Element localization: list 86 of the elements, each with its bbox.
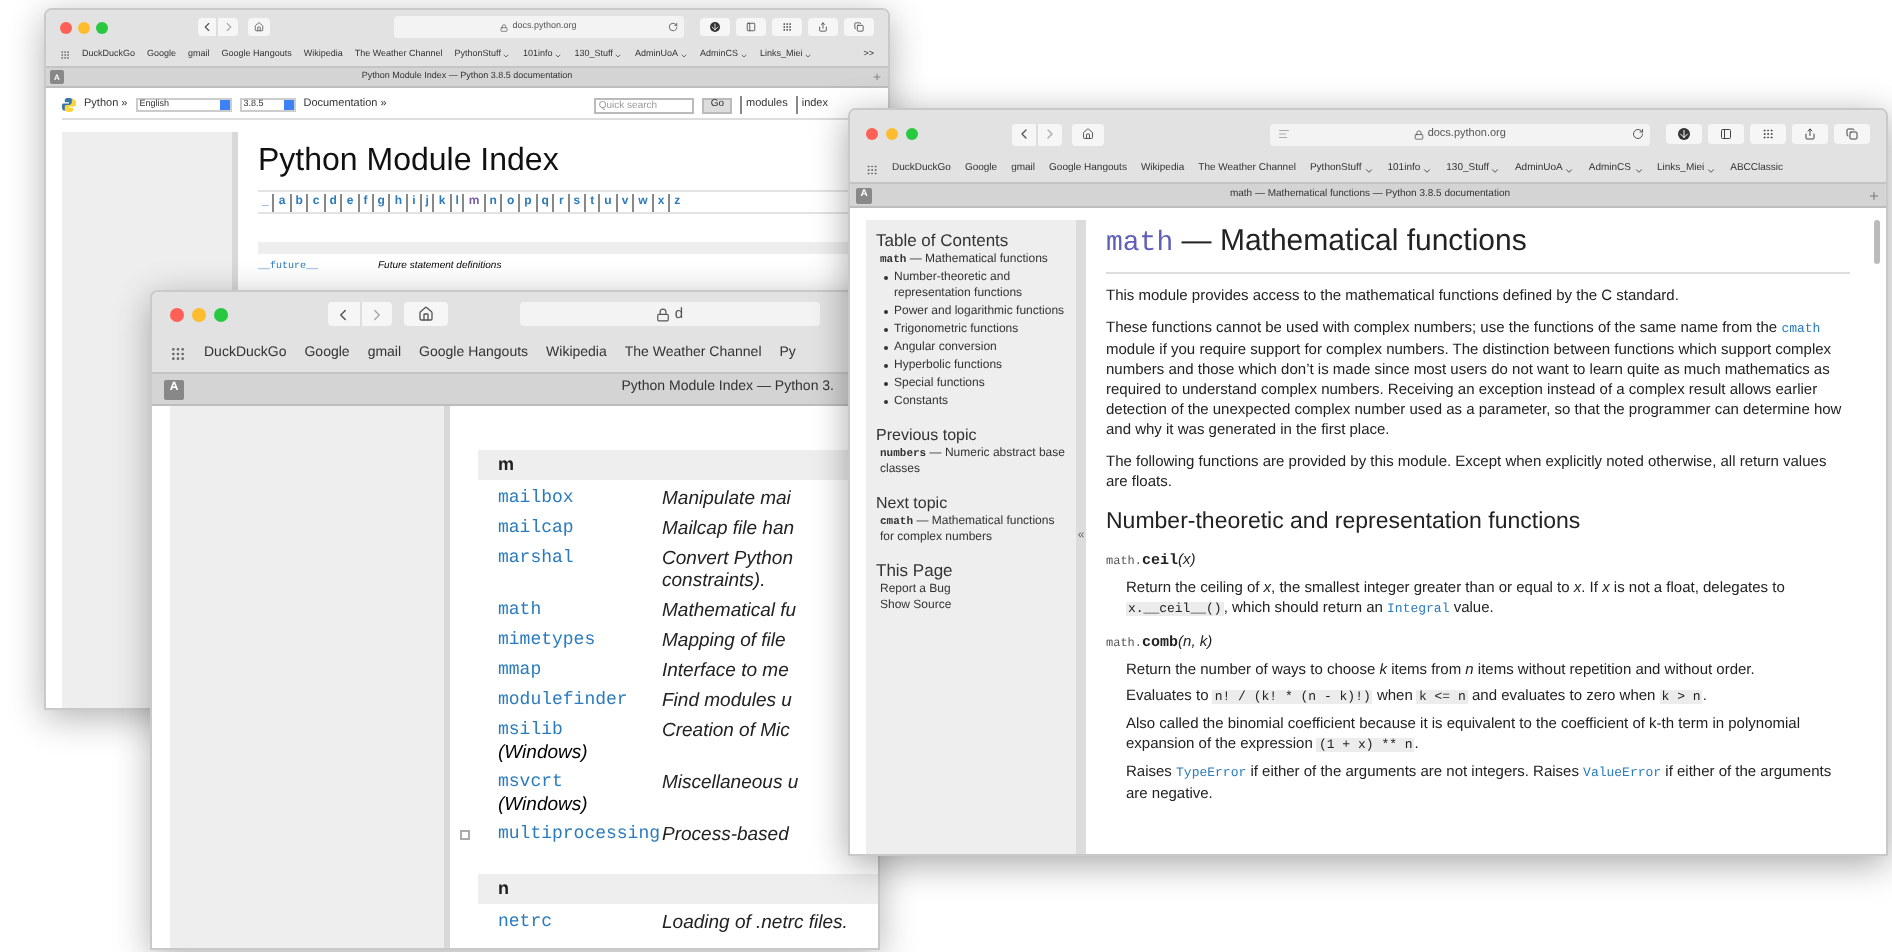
sidebar-button[interactable] [1708, 124, 1744, 144]
module-description: Loading of .netrc files. [662, 912, 848, 934]
reader-icon [1277, 128, 1290, 140]
module-link[interactable]: modulefinder [498, 690, 662, 712]
lock-icon [656, 307, 671, 321]
chevron-down-icon [1422, 165, 1433, 175]
platform-note: (Windows) [498, 794, 590, 816]
tabs-button[interactable] [1834, 124, 1870, 144]
module-link[interactable]: mimetypes [498, 630, 662, 652]
module-link[interactable]: msilib [498, 720, 662, 742]
module-description: Mapping of file [662, 630, 786, 652]
python-logo-icon [62, 98, 76, 112]
chevron-down-icon [1564, 165, 1575, 175]
module-link[interactable]: mmap [498, 660, 662, 682]
section-heading: Number-theoretic and representation functions [1106, 508, 1583, 538]
minimize-button[interactable] [886, 128, 898, 140]
module-description: Process-based [662, 824, 789, 846]
module-link[interactable]: msvcrt [498, 772, 662, 794]
module-description: Creation of Mic [662, 720, 790, 746]
apps-grid-icon[interactable] [170, 346, 186, 362]
close-button[interactable] [60, 21, 72, 33]
close-button[interactable] [170, 307, 184, 321]
downloads-button[interactable] [1666, 124, 1702, 144]
minimize-button[interactable] [78, 21, 90, 33]
module-description: Mathematical fu [662, 600, 797, 622]
zoom-button[interactable] [96, 21, 108, 33]
sidebar-heading: Next topic [876, 492, 950, 514]
house-icon [1082, 128, 1095, 140]
chevron-down-icon [1633, 165, 1643, 175]
home-button[interactable] [404, 302, 448, 326]
reload-icon[interactable] [667, 22, 678, 32]
stepper-icon [219, 100, 230, 110]
module-description: Miscellaneous u [662, 772, 799, 798]
chevron-right-icon [221, 20, 236, 34]
sidebar-heading: Table of Contents [876, 230, 1011, 252]
scrollbar-thumb[interactable] [1874, 220, 1880, 264]
module-link[interactable]: mailbox [498, 488, 662, 510]
zoom-button[interactable] [214, 307, 228, 321]
house-icon [253, 22, 264, 32]
module-description: Find modules u [662, 690, 792, 712]
share-icon [817, 22, 828, 32]
lock-icon [500, 23, 509, 31]
grid-button[interactable] [1750, 124, 1786, 144]
platform-note: (Windows) [498, 742, 590, 764]
share-button[interactable] [807, 18, 838, 36]
page-heading: math — Mathematical functions [1106, 220, 1850, 274]
stepper-icon [283, 100, 294, 110]
share-icon [1804, 128, 1816, 140]
tabs-icon [853, 22, 864, 32]
download-icon [1678, 128, 1690, 140]
zoom-button[interactable] [906, 128, 918, 140]
download-icon [709, 22, 720, 32]
module-link[interactable]: math [498, 600, 662, 622]
module-link[interactable]: netrc [498, 912, 662, 934]
module-description: Manipulate mai [662, 488, 791, 510]
page-heading: Python Module Index [258, 142, 559, 182]
minimize-button[interactable] [192, 307, 206, 321]
share-button[interactable] [1792, 124, 1828, 144]
chevron-down-icon [1706, 165, 1717, 175]
module-link[interactable]: marshal [498, 548, 662, 570]
tabs-button[interactable] [843, 18, 874, 36]
new-tab-icon[interactable] [1868, 189, 1880, 201]
house-icon [418, 306, 434, 322]
sidebar-heading: This Page [876, 560, 955, 582]
grid-button[interactable] [771, 18, 802, 36]
chevron-left-icon [200, 20, 215, 34]
lock-icon [1413, 129, 1424, 139]
sidebar-icon [745, 22, 756, 32]
home-button[interactable] [247, 18, 270, 36]
letter-heading: n [478, 874, 878, 904]
chevron-down-icon [1490, 165, 1501, 175]
module-description: Convert Python constraints). [662, 548, 793, 592]
chevron-down-icon [1363, 165, 1374, 175]
tabs-icon [1846, 128, 1858, 140]
home-button[interactable] [1072, 123, 1104, 145]
downloads-button[interactable] [699, 18, 730, 36]
module-description: Interface to me [662, 660, 789, 682]
module-description: Mailcap file han [662, 518, 795, 540]
expand-toggle-icon[interactable] [460, 830, 470, 840]
new-tab-icon[interactable] [872, 72, 882, 82]
close-button[interactable] [866, 128, 878, 140]
sidebar-icon [1720, 128, 1732, 140]
reload-icon[interactable] [1632, 128, 1644, 140]
sidebar-heading: Previous topic [876, 424, 979, 446]
module-link[interactable]: multiprocessing [498, 824, 662, 846]
module-link[interactable]: mailcap [498, 518, 662, 540]
